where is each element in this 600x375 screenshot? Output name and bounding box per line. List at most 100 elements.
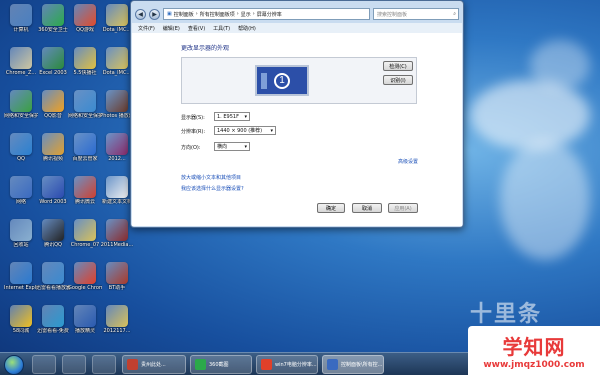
desktop-icon[interactable]: Chrome_07	[68, 219, 102, 248]
desktop-icon[interactable]: Dota_IMC...	[100, 47, 134, 76]
desktop-icon[interactable]: 网络和安全保护卫士	[68, 90, 102, 119]
desktop-icon-label: QQ游戏	[76, 27, 94, 33]
address-bar[interactable]: ▣ 控制面板 › 所有控制面板项 › 显示 › 屏幕分辨率	[163, 8, 370, 20]
desktop-icon[interactable]: 腾讯QQ	[36, 219, 70, 248]
taskbar-task-button[interactable]: win7电脑分辨率...	[256, 355, 318, 374]
app-icon	[327, 359, 338, 370]
taskbar-task-button[interactable]: 360截图	[190, 355, 252, 374]
desktop-icon-label: Internet Explorer	[4, 285, 38, 291]
taskbar-task-button[interactable]: 贵州此处...	[122, 355, 186, 374]
forward-button[interactable]: ▶	[149, 8, 160, 20]
desktop-icon-label: 网络和安全保护卫士	[4, 113, 38, 119]
desktop-icon-label: QQ	[17, 156, 25, 162]
display-select[interactable]: 1. E951F ▾	[214, 112, 250, 121]
app-icon	[10, 90, 32, 112]
breadcrumb-display[interactable]: 显示	[241, 11, 251, 18]
desktop-icon[interactable]: 迅雷看看-免费	[36, 305, 70, 334]
resolution-label: 分辨率(R):	[181, 129, 206, 135]
desktop-icon-label: Google Chrome	[68, 285, 102, 291]
desktop-icon[interactable]: Google Chrome	[68, 262, 102, 291]
orientation-select[interactable]: 横向 ▾	[214, 142, 250, 151]
monitor-number: 1	[274, 72, 290, 89]
desktop-icon-label: 迅雷看看-免费	[37, 328, 69, 334]
desktop-icon[interactable]: 2012117...	[100, 305, 134, 334]
cancel-button[interactable]: 取消	[352, 203, 382, 213]
menu-tools[interactable]: 工具(T)	[213, 25, 230, 32]
desktop-icon[interactable]: QQ影音	[36, 90, 70, 119]
app-icon	[106, 4, 128, 26]
desktop-icon-label: BT助手	[108, 285, 126, 291]
apply-button[interactable]: 应用(A)	[388, 203, 418, 213]
app-icon	[261, 359, 272, 370]
desktop-icon[interactable]: Excel 2003	[36, 47, 70, 76]
desktop-icon[interactable]: Photos 播放器	[100, 90, 134, 119]
desktop-icon[interactable]: QQ	[4, 133, 38, 162]
desktop-icon-label: 计算机	[13, 27, 29, 33]
app-icon	[10, 219, 32, 241]
desktop-icon[interactable]: 回收站	[4, 219, 38, 248]
detect-button[interactable]: 检测(C)	[383, 61, 413, 71]
desktop-icon-label: 360安全卫士	[38, 27, 68, 33]
desktop-icon-label: 腾讯视频	[42, 156, 63, 162]
taskbar-task-button[interactable]: 控制面板\所有控...	[322, 355, 384, 374]
menu-help[interactable]: 帮助(H)	[238, 25, 256, 32]
desktop-icon-label: 2012...	[108, 156, 126, 162]
resolution-select[interactable]: 1440 × 900 (推荐) ▾	[214, 126, 276, 135]
app-icon	[74, 219, 96, 241]
desktop-icon[interactable]: QQ游戏	[68, 4, 102, 33]
menu-file[interactable]: 文件(F)	[138, 25, 155, 32]
desktop-icon[interactable]: 58同城	[4, 305, 38, 334]
orientation-value: 横向	[217, 144, 228, 150]
menu-bar: 文件(F) 编辑(E) 查看(V) 工具(T) 帮助(H)	[132, 23, 462, 33]
app-icon	[42, 133, 64, 155]
text-size-link[interactable]: 放大或缩小文本和其他项目	[181, 174, 241, 181]
search-input[interactable]: 搜索控制面板 ⌕	[373, 8, 459, 20]
desktop-icon[interactable]: 5.5快播社	[68, 47, 102, 76]
desktop-icon[interactable]: Chrome_Z...	[4, 47, 38, 76]
app-icon	[106, 262, 128, 284]
desktop-icon[interactable]: 百度云管家	[68, 133, 102, 162]
desktop-icon[interactable]: 播放精灵	[68, 305, 102, 334]
desktop-icon[interactable]: BT助手	[100, 262, 134, 291]
menu-view[interactable]: 查看(V)	[188, 25, 205, 32]
desktop-icon[interactable]: 网络	[4, 176, 38, 205]
desktop-icon[interactable]: Internet Explorer	[4, 262, 38, 291]
control-panel-icon: ▣	[167, 11, 172, 17]
screen-resolution-window: ◀ ▶ ▣ 控制面板 › 所有控制面板项 › 显示 › 屏幕分辨率 搜索控制面板…	[130, 0, 464, 228]
app-icon	[106, 219, 128, 241]
app-icon	[42, 4, 64, 26]
desktop-icon[interactable]: 迅雷看看播放器	[36, 262, 70, 291]
app-icon	[42, 305, 64, 327]
desktop-icon[interactable]: Dota_IMC...	[100, 4, 134, 33]
resolution-value: 1440 × 900 (推荐)	[217, 128, 263, 134]
help-link[interactable]: 我应该选择什么显示器设置?	[181, 185, 244, 192]
desktop-icon[interactable]: 360安全卫士	[36, 4, 70, 33]
taskbar-task-label: 控制面板\所有控...	[341, 362, 383, 368]
taskbar-task-label: 360截图	[209, 362, 229, 368]
identify-button[interactable]: 识别(I)	[383, 75, 413, 85]
start-button[interactable]	[4, 355, 24, 375]
desktop-icon[interactable]: 网络和安全保护卫士	[4, 90, 38, 119]
breadcrumb-all-items[interactable]: 所有控制面板项	[200, 11, 235, 18]
advanced-settings-link[interactable]: 高级设置	[398, 158, 418, 165]
monitor-1-tile[interactable]: 1	[255, 65, 309, 96]
taskbar-pin-icon[interactable]	[92, 355, 116, 374]
breadcrumb-resolution[interactable]: 屏幕分辨率	[257, 11, 282, 18]
desktop-icon[interactable]: 新建文本文档	[100, 176, 134, 205]
desktop-icon-label: Photos 播放器	[100, 113, 134, 119]
taskbar-ie-icon[interactable]	[32, 355, 56, 374]
desktop-icon-label: 2012117...	[103, 328, 131, 334]
taskbar-chrome-icon[interactable]	[62, 355, 86, 374]
desktop-icon[interactable]: 腾讯视频	[36, 133, 70, 162]
desktop-icon[interactable]: 2012...	[100, 133, 134, 162]
menu-edit[interactable]: 编辑(E)	[163, 25, 180, 32]
taskbar-task-label: 贵州此处...	[141, 362, 166, 368]
breadcrumb-control-panel[interactable]: 控制面板	[174, 11, 194, 18]
app-icon	[10, 262, 32, 284]
back-button[interactable]: ◀	[135, 8, 146, 20]
desktop-icon[interactable]: Word 2003	[36, 176, 70, 205]
desktop-icon[interactable]: 腾讯微云	[68, 176, 102, 205]
ok-button[interactable]: 确定	[317, 203, 345, 213]
desktop-icon[interactable]: 2011Media...	[100, 219, 134, 248]
desktop-icon[interactable]: 计算机	[4, 4, 38, 33]
